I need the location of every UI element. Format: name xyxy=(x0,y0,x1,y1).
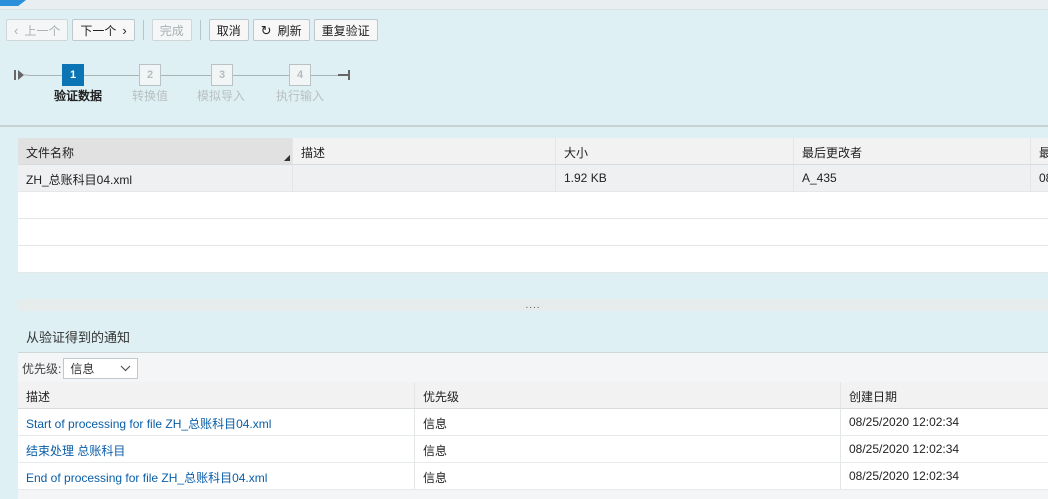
notification-link[interactable]: Start of processing for file ZH_总账科目04.x… xyxy=(26,417,271,431)
cell-priority: 信息 xyxy=(415,436,841,462)
table-row[interactable]: 结束处理 总账科目 信息 08/25/2020 12:02:34 xyxy=(18,436,1048,463)
section-divider xyxy=(0,125,1048,127)
column-header-label: 大小 xyxy=(564,146,589,160)
column-header-filename[interactable]: 文件名称 ◢ xyxy=(18,138,293,164)
cell-last: 08 xyxy=(1039,171,1048,185)
table-row[interactable]: End of processing for file ZH_总账科目04.xml… xyxy=(18,463,1048,490)
refresh-label: 刷新 xyxy=(277,23,302,38)
column-header-size[interactable]: 大小 xyxy=(556,138,794,164)
notifications-title: 从验证得到的通知 xyxy=(26,330,131,345)
chevron-right-icon: › xyxy=(122,22,127,38)
files-table: 文件名称 ◢ 描述 大小 最后更改者 最 ZH_总账科目04.xml 1.92 … xyxy=(18,138,1048,273)
cell-created: 08/25/2020 12:02:34 xyxy=(849,415,960,429)
column-header-priority[interactable]: 优先级 xyxy=(415,382,841,408)
cell-changed-by: A_435 xyxy=(794,165,1031,191)
revalidate-label: 重复验证 xyxy=(321,23,370,38)
step-number: 1 xyxy=(69,69,77,81)
roadmap: 1 验证数据 2 转换值 3 模拟导入 4 执行输入 xyxy=(14,64,354,104)
cancel-button[interactable]: 取消 xyxy=(208,19,249,41)
cell-created: 08/25/2020 12:02:34 xyxy=(849,469,960,483)
column-header-changed-by[interactable]: 最后更改者 xyxy=(794,138,1031,164)
notifications-table: 描述 优先级 创建日期 Start of processing for file… xyxy=(18,382,1048,490)
step-number: 2 xyxy=(146,69,154,81)
cell-priority: 信息 xyxy=(415,463,841,489)
prev-button[interactable]: ‹ 上一个 xyxy=(6,19,69,41)
priority-label: 优先级: xyxy=(22,362,62,376)
column-header-label: 描述 xyxy=(301,146,326,160)
finish-label: 完成 xyxy=(159,23,184,38)
cancel-label: 取消 xyxy=(216,23,241,38)
prev-label: 上一个 xyxy=(24,23,61,38)
priority-value: 信息 xyxy=(70,362,95,376)
empty-row xyxy=(18,192,1048,219)
next-button[interactable]: 下一个 › xyxy=(72,19,135,41)
column-header-label: 最 xyxy=(1039,146,1048,160)
notification-link[interactable]: 结束处理 总账科目 xyxy=(26,444,125,458)
step-1-label: 验证数据 xyxy=(54,89,103,103)
toolbar-separator xyxy=(199,20,201,40)
step-2-label: 转换值 xyxy=(132,89,169,103)
roadmap-start-icon xyxy=(14,70,28,80)
revalidate-button[interactable]: 重复验证 xyxy=(313,19,378,41)
top-strip xyxy=(0,0,1048,10)
column-header-label: 创建日期 xyxy=(849,390,898,404)
toolbar-separator xyxy=(142,20,144,40)
splitter-grip: .... xyxy=(525,299,541,311)
toolbar: ‹ 上一个 下一个 › 完成 取消 ↻ 刷新 重复验证 xyxy=(6,18,378,42)
column-header-label: 描述 xyxy=(26,390,51,404)
notification-link[interactable]: End of processing for file ZH_总账科目04.xml xyxy=(26,471,267,485)
table-row[interactable]: ZH_总账科目04.xml 1.92 KB A_435 08 xyxy=(18,165,1048,192)
priority-filter: 优先级: 信息 xyxy=(22,358,139,379)
refresh-icon: ↻ xyxy=(260,22,272,38)
step-2[interactable]: 2 xyxy=(139,64,161,86)
step-number: 4 xyxy=(296,69,304,81)
notifications-panel: 优先级: 信息 描述 优先级 创建日期 Start of processing … xyxy=(18,352,1048,499)
priority-select[interactable]: 信息 xyxy=(63,358,139,379)
column-header-description[interactable]: 描述 xyxy=(293,138,556,164)
next-label: 下一个 xyxy=(80,23,117,38)
chevron-left-icon: ‹ xyxy=(14,22,19,38)
column-header-label: 最后更改者 xyxy=(802,146,863,160)
empty-row xyxy=(18,246,1048,273)
sort-icon: ◢ xyxy=(283,153,290,162)
notifications-header-row: 描述 优先级 创建日期 xyxy=(18,382,1048,409)
files-header-row: 文件名称 ◢ 描述 大小 最后更改者 最 xyxy=(18,138,1048,165)
step-1[interactable]: 1 xyxy=(62,64,84,86)
table-row[interactable]: Start of processing for file ZH_总账科目04.x… xyxy=(18,409,1048,436)
step-4[interactable]: 4 xyxy=(289,64,311,86)
column-header-description[interactable]: 描述 xyxy=(18,382,415,408)
empty-row xyxy=(18,219,1048,246)
step-3[interactable]: 3 xyxy=(211,64,233,86)
column-header-label: 优先级 xyxy=(423,390,460,404)
cell-created: 08/25/2020 12:02:34 xyxy=(849,442,960,456)
step-number: 3 xyxy=(218,69,226,81)
step-3-label: 模拟导入 xyxy=(197,89,246,103)
brand-accent xyxy=(0,0,26,6)
cell-filename: ZH_总账科目04.xml xyxy=(18,165,293,191)
column-header-created[interactable]: 创建日期 xyxy=(841,382,1048,408)
step-4-label: 执行输入 xyxy=(276,89,325,103)
column-header-label: 文件名称 xyxy=(26,146,75,160)
cell-priority: 信息 xyxy=(415,409,841,435)
column-header-last[interactable]: 最 xyxy=(1031,138,1048,164)
refresh-button[interactable]: ↻ 刷新 xyxy=(252,19,310,41)
chevron-down-icon xyxy=(120,365,131,372)
pane-splitter[interactable]: .... xyxy=(18,299,1048,311)
cell-description xyxy=(293,165,556,191)
finish-button[interactable]: 完成 xyxy=(151,19,192,41)
cell-size: 1.92 KB xyxy=(556,165,794,191)
roadmap-end-icon xyxy=(338,70,350,80)
